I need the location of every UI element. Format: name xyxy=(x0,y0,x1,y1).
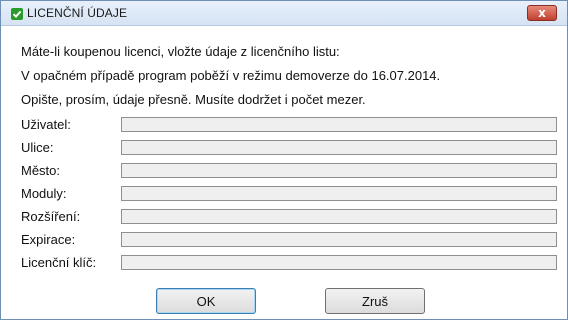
info-message-3: Opište, prosím, údaje přesně. Musíte dod… xyxy=(21,92,366,107)
user-field[interactable] xyxy=(121,117,557,132)
info-message-1: Máte-li koupenou licenci, vložte údaje z… xyxy=(21,44,340,59)
license-key-label: Licenční klíč: xyxy=(21,255,97,270)
window-title: LICENČNÍ ÚDAJE xyxy=(27,6,128,20)
cancel-button[interactable]: Zruš xyxy=(325,288,425,314)
license-key-field[interactable] xyxy=(121,255,557,270)
extension-field[interactable] xyxy=(121,209,557,224)
modules-label: Moduly: xyxy=(21,186,67,201)
license-dialog: LICENČNÍ ÚDAJE x Máte-li koupenou licenc… xyxy=(0,0,568,320)
city-field[interactable] xyxy=(121,163,557,178)
close-icon: x xyxy=(538,6,546,20)
street-label: Ulice: xyxy=(21,140,54,155)
ok-button[interactable]: OK xyxy=(156,288,256,314)
modules-field[interactable] xyxy=(121,186,557,201)
expiration-label: Expirace: xyxy=(21,232,76,247)
app-check-icon xyxy=(11,7,23,20)
title-bar: LICENČNÍ ÚDAJE x xyxy=(1,1,567,26)
user-label: Uživatel: xyxy=(21,117,71,132)
extension-label: Rozšíření: xyxy=(21,209,81,224)
info-message-2: V opačném případě program poběží v režim… xyxy=(21,68,441,83)
expiration-field[interactable] xyxy=(121,232,557,247)
close-button[interactable]: x xyxy=(527,5,557,21)
city-label: Město: xyxy=(21,163,61,178)
street-field[interactable] xyxy=(121,140,557,155)
